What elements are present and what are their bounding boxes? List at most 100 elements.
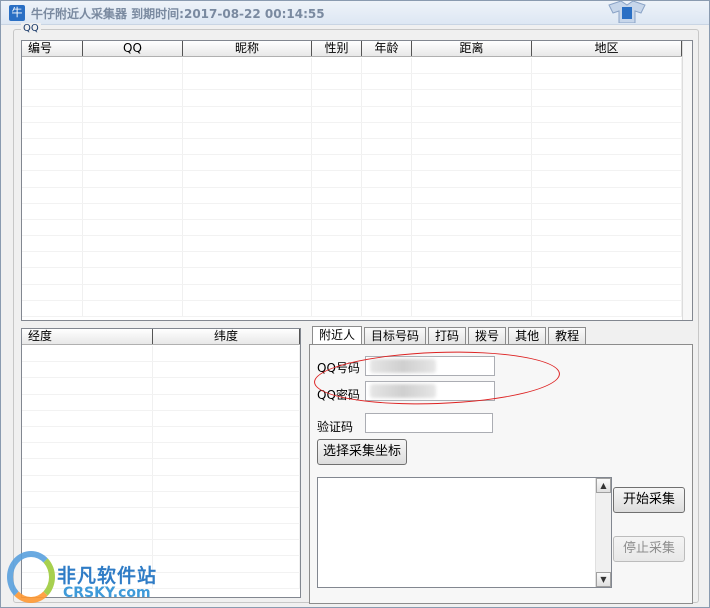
table-cell [312, 90, 362, 106]
table-cell [22, 443, 153, 459]
table-row [22, 475, 300, 492]
column-header[interactable]: 距离 [412, 41, 532, 56]
table-cell [22, 362, 153, 378]
table-cell [83, 155, 183, 171]
table-cell [83, 219, 183, 236]
table-row [22, 236, 692, 253]
table-row [22, 106, 692, 123]
table-row [22, 394, 300, 411]
results-table-header: 编号 QQ 昵称 性别 年龄 距离 地区 [22, 41, 692, 57]
watermark-cn: 非凡软件站 [57, 565, 158, 587]
column-header[interactable]: 纬度 [153, 329, 300, 344]
captcha-input[interactable] [365, 413, 493, 433]
column-header[interactable]: 性别 [312, 41, 362, 56]
table-row [22, 426, 300, 444]
column-header[interactable]: 昵称 [183, 41, 312, 56]
table-cell [312, 138, 362, 155]
table-cell [412, 74, 532, 90]
table-row [22, 507, 300, 525]
table-cell [83, 252, 183, 268]
table-cell [532, 300, 682, 316]
table-cell [362, 171, 412, 187]
table-cell [362, 138, 412, 155]
table-row [22, 74, 692, 91]
table-row [22, 459, 300, 476]
table-cell [153, 378, 300, 394]
table-cell [362, 284, 412, 300]
table-cell [22, 155, 83, 171]
column-header[interactable]: QQ [83, 41, 183, 56]
table-cell [183, 203, 312, 219]
log-textarea[interactable]: ▲ ▼ [317, 477, 612, 588]
table-cell [312, 74, 362, 90]
table-cell [362, 187, 412, 203]
table-cell [183, 155, 312, 171]
table-cell [312, 106, 362, 122]
table-cell [22, 268, 83, 284]
table-cell [22, 122, 83, 138]
table-cell [312, 219, 362, 236]
tab-1[interactable]: 目标号码 [364, 327, 427, 344]
table-row [22, 346, 300, 363]
table-cell [153, 556, 300, 572]
coordinates-table-header: 经度 纬度 [22, 329, 300, 345]
tab-4[interactable]: 其他 [508, 327, 547, 344]
table-cell [362, 122, 412, 138]
title-bar[interactable]: 牛 牛仔附近人采集器 到期时间:2017-08-22 00:14:55 [1, 1, 709, 25]
table-cell [153, 426, 300, 443]
tab-5[interactable]: 教程 [548, 327, 587, 344]
table-cell [153, 443, 300, 459]
column-header[interactable]: 经度 [22, 329, 153, 344]
table-row [22, 443, 300, 460]
log-scrollbar[interactable]: ▲ ▼ [595, 478, 611, 587]
table-cell [22, 426, 153, 443]
table-cell [412, 219, 532, 236]
column-header[interactable]: 编号 [22, 41, 83, 56]
table-cell [312, 284, 362, 300]
table-cell [412, 300, 532, 316]
table-cell [312, 155, 362, 171]
table-cell [22, 203, 83, 219]
app-window: 牛 牛仔附近人采集器 到期时间:2017-08-22 00:14:55 QQ 编… [0, 0, 710, 608]
select-coordinates-button[interactable]: 选择采集坐标 [317, 439, 407, 465]
scroll-up-icon[interactable]: ▲ [596, 478, 611, 493]
table-cell [362, 236, 412, 252]
table-cell [83, 284, 183, 300]
table-row [22, 138, 692, 156]
tab-2[interactable]: 打码 [428, 327, 467, 344]
table-cell [22, 74, 83, 90]
table-cell [22, 219, 83, 236]
table-cell [22, 58, 83, 74]
scroll-down-icon[interactable]: ▼ [596, 572, 611, 587]
table-row [22, 187, 692, 204]
table-cell [153, 410, 300, 426]
table-cell [362, 219, 412, 236]
table-cell [362, 252, 412, 268]
table-cell [22, 507, 153, 524]
table-cell [22, 394, 153, 410]
tab-3[interactable]: 拨号 [468, 327, 507, 344]
table-cell [183, 268, 312, 284]
table-cell [532, 74, 682, 90]
tab-strip: 附近人 目标号码 打码 拨号 其他 教程 [312, 326, 588, 345]
table-cell [183, 138, 312, 155]
results-scrollbar[interactable] [682, 41, 692, 320]
table-cell [22, 410, 153, 426]
table-cell [153, 362, 300, 378]
column-header[interactable]: 年龄 [362, 41, 412, 56]
table-row [22, 410, 300, 427]
table-cell [83, 106, 183, 122]
column-header[interactable]: 地区 [532, 41, 682, 56]
table-cell [22, 475, 153, 491]
table-cell [312, 58, 362, 74]
table-row [22, 268, 692, 285]
stop-collect-button[interactable]: 停止采集 [613, 536, 685, 562]
table-cell [312, 122, 362, 138]
table-cell [83, 203, 183, 219]
start-collect-button[interactable]: 开始采集 [613, 487, 685, 513]
tab-0[interactable]: 附近人 [312, 326, 363, 345]
table-cell [183, 300, 312, 316]
table-cell [183, 122, 312, 138]
table-cell [183, 219, 312, 236]
results-table[interactable]: 编号 QQ 昵称 性别 年龄 距离 地区 [21, 40, 693, 321]
